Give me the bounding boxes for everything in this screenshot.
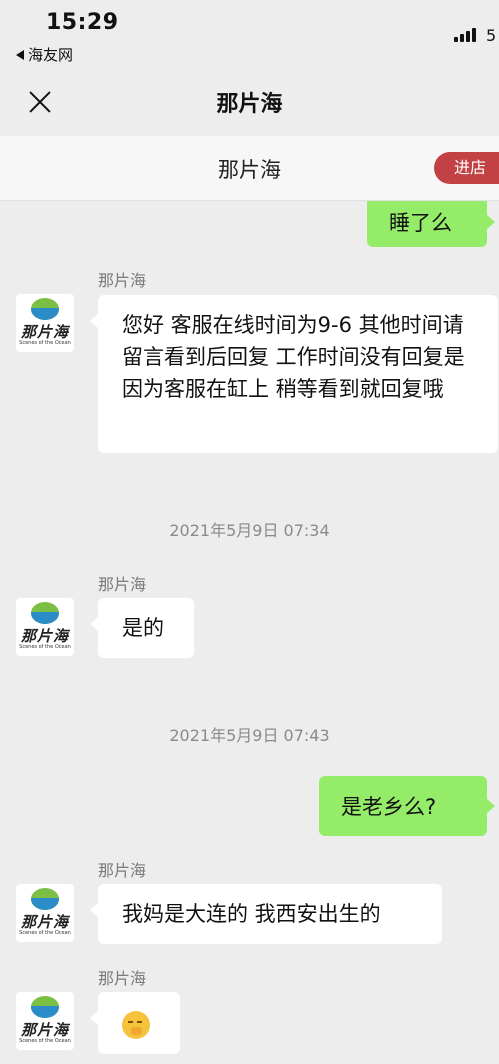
avatar-logo-text: 那片海: [20, 323, 69, 341]
logo-globe-icon: [31, 298, 59, 320]
avatar-tagline: Scenes of the Ocean: [19, 644, 71, 650]
page-title: 那片海: [216, 92, 283, 117]
avatar-logo-text: 那片海: [20, 913, 69, 931]
logo-globe-icon: [31, 996, 59, 1018]
message-bubble-incoming[interactable]: [90, 992, 180, 1054]
sender-name: 那片海: [98, 271, 147, 290]
message-text: 是的: [122, 616, 164, 640]
avatar[interactable]: 那片海 Scenes of the Ocean: [16, 598, 74, 656]
message-bubble-outgoing[interactable]: 睡了么: [367, 201, 495, 247]
message-text: 是老乡么?: [341, 795, 437, 819]
message-bubble-incoming[interactable]: 我妈是大连的 我西安出生的: [90, 884, 442, 944]
sender-name: 那片海: [98, 575, 147, 594]
avatar-tagline: Scenes of the Ocean: [19, 1038, 71, 1044]
message-bubble-incoming[interactable]: 您好 客服在线时间为9-6 其他时间请留言看到后回复 工作时间没有回复是因为客服…: [90, 295, 498, 453]
shop-name: 那片海: [218, 158, 281, 182]
message-bubble-incoming[interactable]: 是的: [90, 598, 194, 658]
status-time: 15:29: [46, 10, 119, 35]
back-triangle-icon: [16, 49, 24, 60]
shh-emoji-icon: [122, 1011, 150, 1039]
sender-name: 那片海: [98, 861, 147, 880]
back-to-app-link[interactable]: 海友网: [16, 44, 73, 65]
sender-name: 那片海: [98, 969, 147, 988]
avatar-tagline: Scenes of the Ocean: [19, 340, 71, 346]
message-text: 睡了么: [389, 211, 452, 235]
status-bar: 15:29 海友网 5: [0, 0, 499, 68]
avatar-logo-text: 那片海: [20, 627, 69, 645]
avatar-tagline: Scenes of the Ocean: [19, 930, 71, 936]
battery-partial-text: 5: [486, 26, 497, 45]
chat-area[interactable]: 睡了么 那片海 那片海 Scenes of the Ocean 您好 客服在线时…: [0, 201, 499, 1064]
logo-globe-icon: [31, 602, 59, 624]
avatar[interactable]: 那片海 Scenes of the Ocean: [16, 992, 74, 1050]
nav-bar: 那片海: [0, 68, 499, 136]
shop-bar: 那片海 进店: [0, 136, 499, 201]
enter-shop-button[interactable]: 进店: [434, 152, 499, 184]
message-text: 我妈是大连的 我西安出生的: [122, 902, 381, 926]
signal-icon: [454, 28, 476, 42]
logo-globe-icon: [31, 888, 59, 910]
avatar[interactable]: 那片海 Scenes of the Ocean: [16, 884, 74, 942]
timestamp: 2021年5月9日 07:43: [169, 726, 330, 745]
avatar-logo-text: 那片海: [20, 1021, 69, 1039]
avatar[interactable]: 那片海 Scenes of the Ocean: [16, 294, 74, 352]
message-text: 您好 客服在线时间为9-6 其他时间请留言看到后回复 工作时间没有回复是因为客服…: [122, 313, 465, 401]
back-app-label: 海友网: [28, 46, 74, 64]
timestamp: 2021年5月9日 07:34: [169, 521, 330, 540]
message-bubble-outgoing[interactable]: 是老乡么?: [319, 776, 495, 836]
